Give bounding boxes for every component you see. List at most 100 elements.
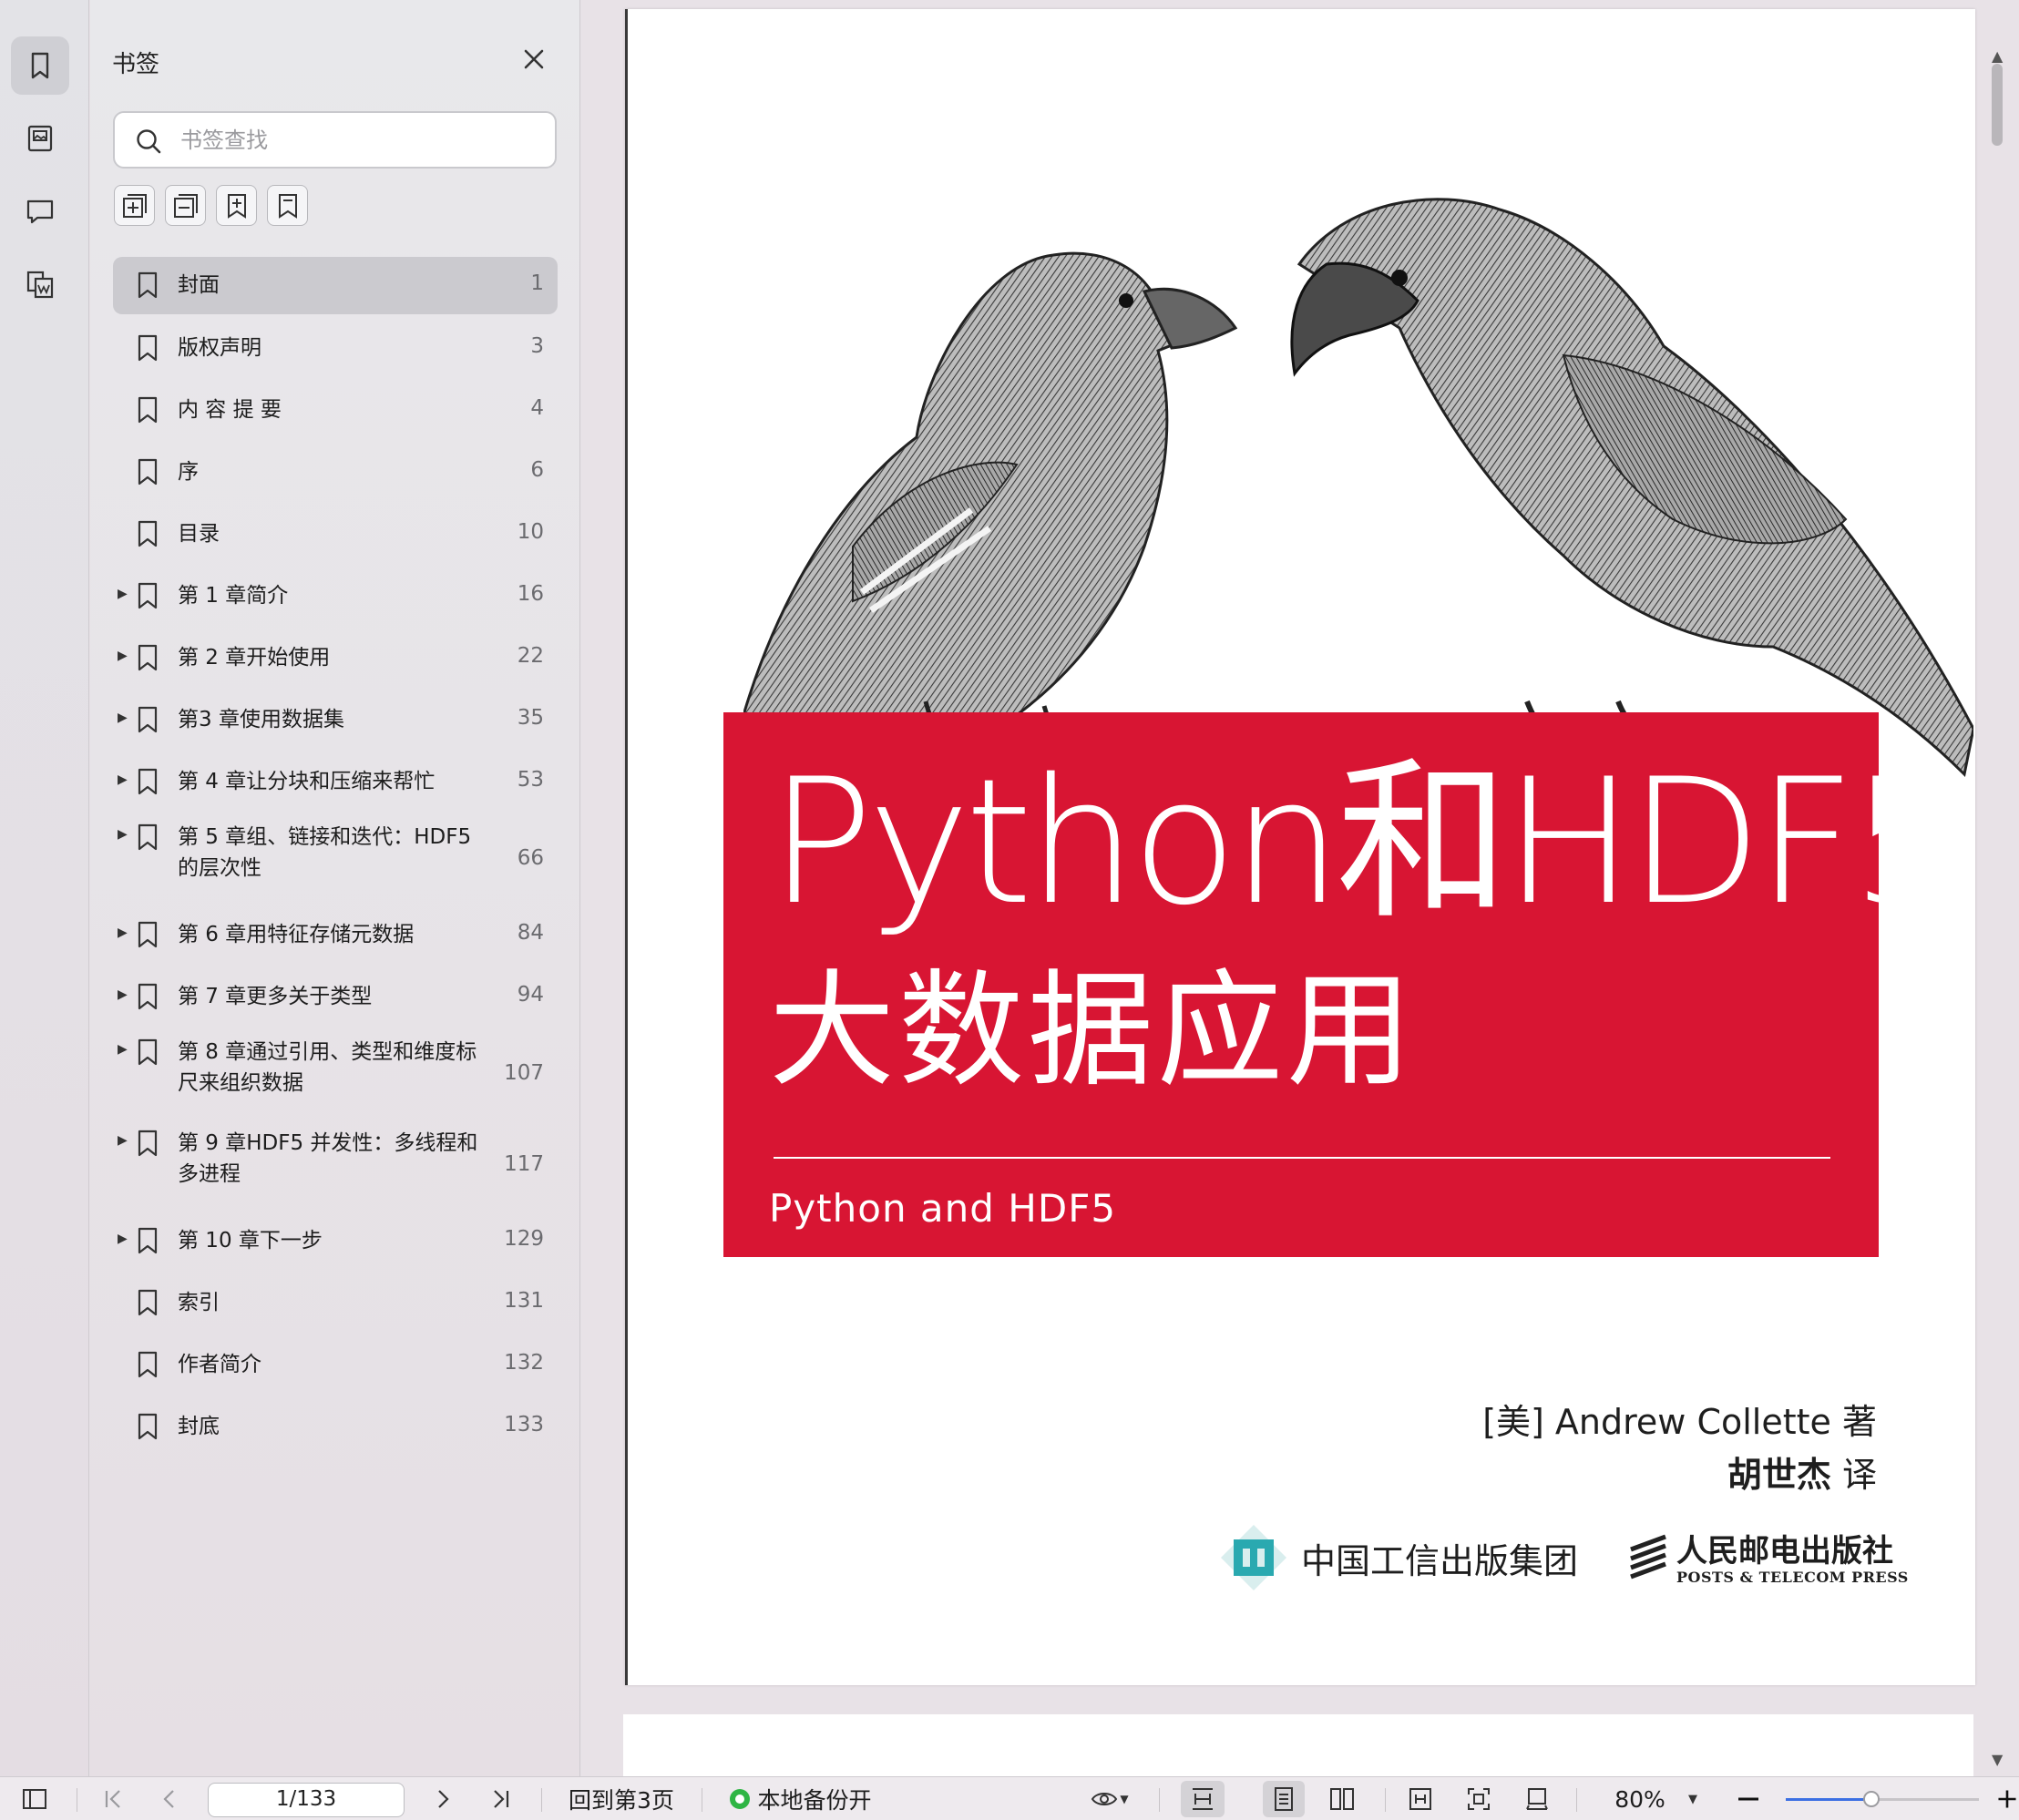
bookmark-item[interactable]: 封底 133 (113, 1397, 558, 1459)
expand-arrow-icon[interactable]: ▶ (118, 711, 130, 727)
zoom-level[interactable]: 80% (1604, 1777, 1676, 1820)
bookmark-icon (138, 983, 158, 1010)
bookmark-label: 第 4 章让分块和压缩来帮忙 (178, 770, 436, 793)
bookmark-page-number: 22 (517, 644, 544, 668)
thumbnail-tab-button[interactable] (11, 109, 69, 168)
expand-arrow-icon[interactable]: ▶ (118, 772, 130, 789)
scroll-down-icon[interactable]: ▼ (1992, 1751, 2003, 1768)
bookmark-page-number: 53 (517, 768, 544, 792)
expand-arrow-icon[interactable]: ▶ (118, 827, 130, 844)
publisher-group: 中国工信出版集团 (1219, 1521, 1578, 1594)
bookmark-item[interactable]: 索引 131 (113, 1273, 558, 1335)
bookmark-item[interactable]: 封面 1 (113, 257, 558, 314)
bookmark-icon (138, 396, 158, 424)
single-page-icon (1275, 1787, 1293, 1811)
bookmark-icon (138, 1130, 158, 1157)
page-edge (625, 9, 628, 1685)
bookmark-icon (138, 582, 158, 609)
bookmark-page-number: 107 (504, 1061, 544, 1085)
bookmark-style-button[interactable] (267, 185, 308, 226)
actual-size-button[interactable] (1516, 1777, 1558, 1820)
zoom-dropdown[interactable]: ▼ (1682, 1777, 1704, 1820)
bookmark-item[interactable]: ▶ 第3 章使用数据集 35 (113, 690, 558, 752)
zoom-slider-handle[interactable] (1863, 1791, 1880, 1807)
fit-width-button[interactable] (1399, 1777, 1441, 1820)
panel-title: 书签 (112, 51, 160, 78)
bookmark-panel: 书签 封面1版权声明3内 容 提 要4序6目录10 ▶ 第 1 章简介 16 ▶第 2 … (90, 0, 580, 1776)
bookmark-tab-button[interactable] (11, 36, 69, 95)
zoom-out-button[interactable] (1733, 1777, 1764, 1820)
two-page-button[interactable] (1321, 1777, 1363, 1820)
bookmark-label: 第 9 章HDF5 并发性：多线程和多进程 (178, 1131, 478, 1186)
search-icon (137, 129, 161, 154)
bookmark-item[interactable]: ▶ 第 9 章HDF5 并发性：多线程和多进程 117 (113, 1120, 558, 1212)
bookmark-page-number: 4 (530, 396, 544, 420)
bookmark-icon (138, 1227, 158, 1254)
last-page-button[interactable] (485, 1777, 518, 1820)
zoom-slider[interactable] (1786, 1791, 1979, 1807)
bookmark-item[interactable]: 序6 (113, 443, 558, 505)
bookmark-item[interactable]: ▶ 第 6 章用特征存储元数据 84 (113, 905, 558, 967)
bookmark-item[interactable]: ▶ 第 4 章让分块和压缩来帮忙 53 (113, 752, 558, 814)
bookmark-icon (138, 520, 158, 547)
comment-tab-button[interactable] (11, 182, 69, 240)
expand-arrow-icon[interactable]: ▶ (118, 649, 130, 665)
goto-page-button[interactable]: 回到第3页 (559, 1777, 683, 1820)
previous-page-button[interactable] (153, 1777, 186, 1820)
scroll-up-icon[interactable]: ▲ (1992, 47, 2003, 65)
first-page-button[interactable] (97, 1777, 129, 1820)
bookmark-item[interactable]: ▶ 第 10 章下一步 129 (113, 1212, 558, 1273)
expand-arrow-icon[interactable]: ▶ (118, 1133, 130, 1150)
attachment-tab-button[interactable] (11, 255, 69, 313)
bookmark-item[interactable]: ▶ 第 8 章通过引用、类型和维度标尺来组织数据 107 (113, 1029, 558, 1120)
page-number-input[interactable]: 1/133 (208, 1783, 405, 1817)
expand-arrow-icon[interactable]: ▶ (118, 587, 130, 603)
publisher-name-en: POSTS & TELECOM PRESS (1676, 1568, 1909, 1586)
bookmark-item[interactable]: 版权声明 3 (113, 319, 558, 381)
continuous-view-button[interactable] (1181, 1781, 1225, 1817)
toggle-sidebar-button[interactable] (16, 1777, 53, 1820)
cover-subtitle: Python and HDF5 (769, 1186, 1117, 1231)
add-bookmark-icon (227, 193, 246, 219)
bookmark-item[interactable]: 内 容 提 要 4 (113, 381, 558, 443)
publisher-group-logo (1221, 1525, 1286, 1590)
expand-arrow-icon[interactable]: ▶ (118, 987, 130, 1004)
publisher-name: 人民邮电出版社 (1676, 1532, 1893, 1569)
bookmark-item[interactable]: 目录 10 (113, 505, 558, 567)
scroll-thumb[interactable] (1992, 64, 2003, 146)
expand-all-button[interactable] (114, 185, 155, 226)
bookmark-page-number: 129 (504, 1227, 544, 1251)
bookmark-label: 第 1 章简介 (178, 584, 289, 608)
vertical-scrollbar[interactable]: ▲ ▼ (1984, 9, 2012, 1776)
next-page-button[interactable] (426, 1777, 459, 1820)
bookmark-page-number: 3 (530, 334, 544, 358)
single-page-button[interactable] (1263, 1781, 1305, 1817)
bookmark-item[interactable]: 作者简介 132 (113, 1335, 558, 1397)
local-backup-toggle[interactable]: 本地备份开 (723, 1777, 878, 1820)
fit-page-button[interactable] (1458, 1777, 1500, 1820)
search-input[interactable] (180, 122, 545, 158)
zoom-in-button[interactable] (1995, 1777, 2019, 1820)
expand-arrow-icon[interactable]: ▶ (118, 925, 130, 942)
bookmark-item[interactable]: ▶ 第 5 章组、链接和迭代：HDF5 的层次性 66 (113, 814, 558, 905)
bookmark-page-number: 16 (517, 582, 544, 606)
add-bookmark-button[interactable] (216, 185, 257, 226)
collapse-all-icon (173, 193, 198, 218)
cover-title-box: Python和HDF5 大数据应用 Python and HDF5 (723, 712, 1961, 1257)
expand-arrow-icon[interactable]: ▶ (118, 1232, 130, 1248)
eye-protect-button[interactable]: ▼ (1081, 1777, 1139, 1820)
chevron-right-icon (438, 1790, 449, 1808)
collapse-all-button[interactable] (165, 185, 206, 226)
bookmark-outline-icon (278, 193, 297, 219)
bookmark-label: 第 10 章下一步 (178, 1229, 323, 1253)
close-icon[interactable] (520, 46, 548, 73)
bookmark-label: 封底 (178, 1415, 220, 1438)
cover-translator: 胡世杰 译 (1727, 1447, 1877, 1497)
bookmark-page-number: 132 (504, 1351, 544, 1375)
bookmark-label: 第3 章使用数据集 (178, 708, 344, 731)
bookmark-page-number: 94 (517, 983, 544, 1007)
expand-arrow-icon[interactable]: ▶ (118, 1042, 130, 1058)
bookmark-item[interactable]: ▶ 第 1 章简介 16 (113, 567, 558, 629)
bookmark-item[interactable]: ▶ 第 2 章开始使用 22 (113, 629, 558, 690)
bookmark-item[interactable]: ▶ 第 7 章更多关于类型 94 (113, 967, 558, 1029)
